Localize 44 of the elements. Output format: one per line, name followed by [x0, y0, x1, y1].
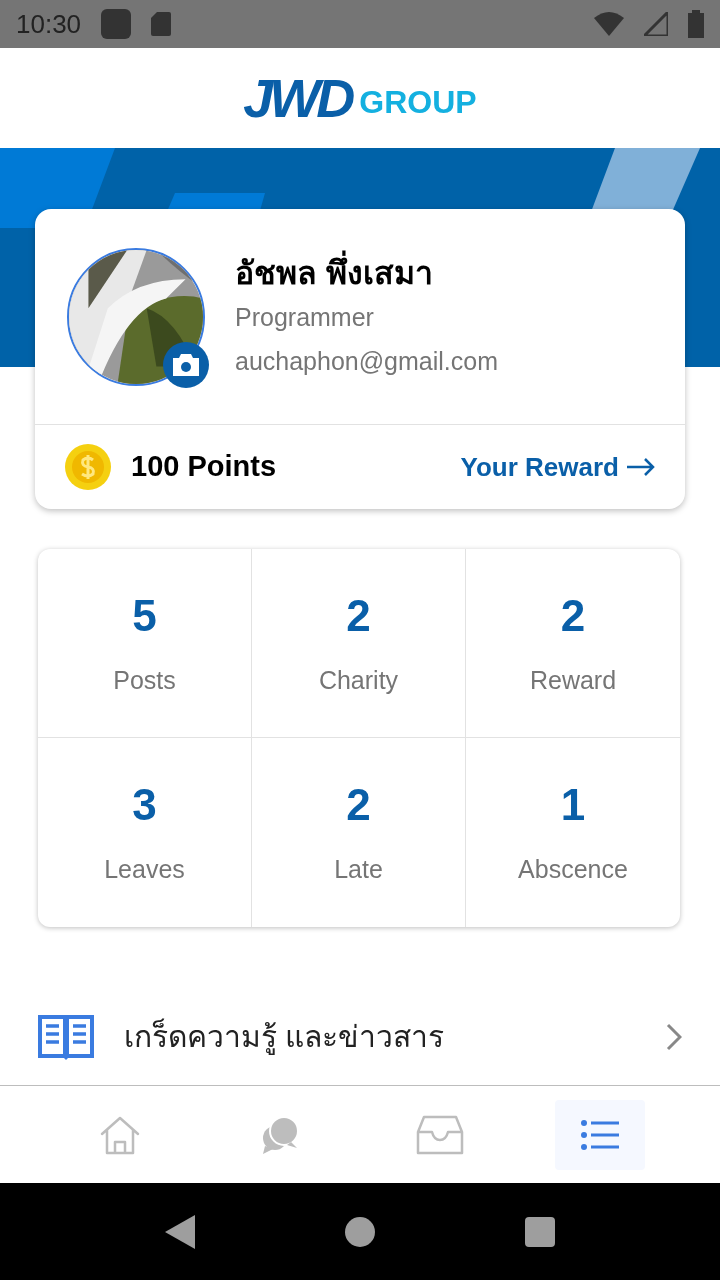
stat-label: Posts: [113, 667, 176, 693]
stat-value: 2: [560, 593, 586, 638]
stat-label: Abscence: [518, 857, 628, 882]
wifi-icon: [594, 12, 624, 36]
battery-icon: [688, 10, 704, 38]
stat-label: Charity: [318, 667, 399, 693]
stat-label: Reward: [529, 667, 617, 693]
list-icon: [581, 1118, 619, 1151]
camera-button[interactable]: [163, 341, 209, 388]
stat-tile[interactable]: 5 Posts: [38, 549, 252, 738]
profile-email: auchaphon@gmail.com: [235, 345, 499, 377]
home-button[interactable]: [345, 1216, 375, 1247]
stat-tile[interactable]: 2 Late: [252, 738, 466, 927]
stat-tile[interactable]: 3 Leaves: [38, 738, 252, 927]
sd-card-icon: [151, 12, 172, 36]
menu-item[interactable]: เกร็ดความรู้ และข่าวสาร: [0, 988, 720, 1086]
stat-value: 1: [560, 783, 586, 827]
stat-value: 3: [132, 783, 157, 827]
status-time: 10:30: [16, 7, 82, 41]
stat-label: Late: [334, 857, 383, 882]
logo-mark: JWD: [243, 71, 352, 125]
arrow-right-icon: [627, 458, 655, 476]
stat-tile[interactable]: 2 Charity: [252, 549, 466, 738]
book-icon: [38, 1013, 94, 1060]
stat-value: 2: [346, 593, 371, 638]
back-icon[interactable]: [165, 1214, 195, 1249]
coin-icon: [65, 444, 111, 490]
nav-tab[interactable]: [555, 1099, 645, 1170]
stat-label: Leaves: [104, 857, 185, 882]
menu-label: เกร็ดความรู้ และข่าวสาร: [124, 1017, 446, 1057]
inbox-icon: [416, 1113, 464, 1156]
stat-value: 2: [346, 783, 371, 827]
signal-icon: [644, 12, 668, 36]
your-reward-link[interactable]: Your Reward: [460, 447, 655, 487]
chevron-right-icon: [666, 1022, 682, 1051]
stat-value: 5: [132, 593, 157, 638]
stat-tile[interactable]: 2 Reward: [466, 549, 680, 738]
points-text: 100 Points: [131, 449, 277, 485]
app-square-icon: [101, 9, 132, 39]
recents-button[interactable]: [525, 1216, 555, 1247]
profile-role: Programmer: [235, 302, 375, 333]
stat-tile[interactable]: 1 Abscence: [466, 738, 680, 927]
camera-icon: [173, 353, 199, 376]
logo-text: GROUP: [359, 86, 477, 118]
